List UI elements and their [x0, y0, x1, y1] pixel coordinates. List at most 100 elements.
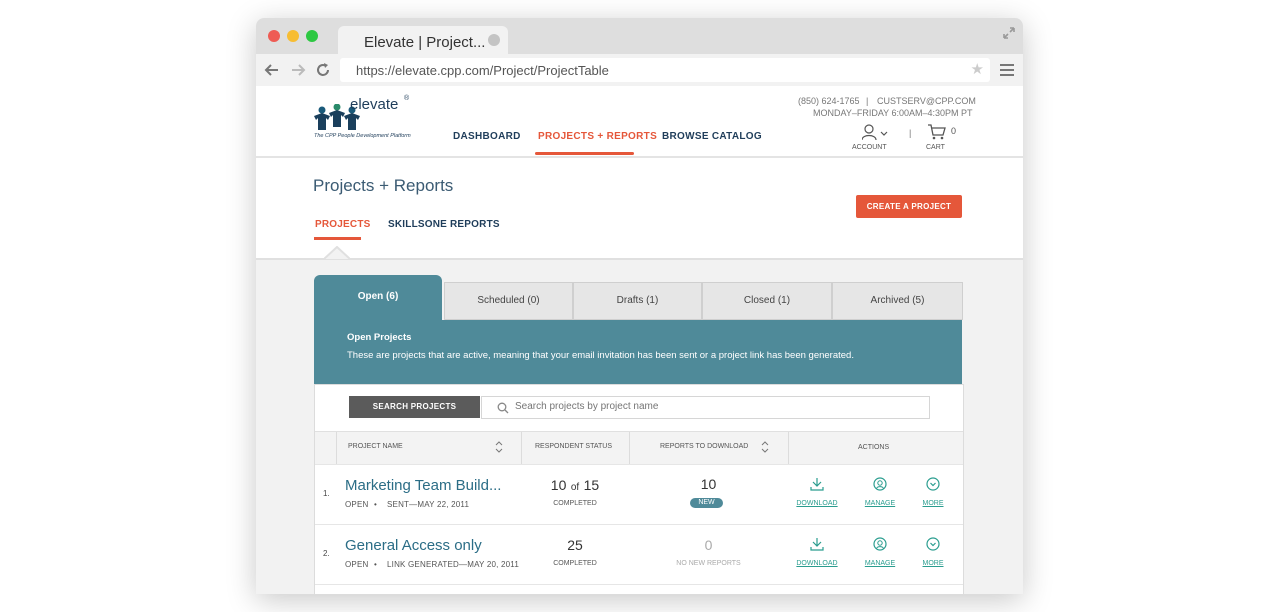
header-divider-4 [788, 432, 789, 464]
close-window-button[interactable] [268, 30, 280, 42]
tab-pointer-icon [324, 246, 350, 260]
status-tab-drafts[interactable]: Drafts (1) [573, 282, 702, 320]
status-tab-archived[interactable]: Archived (5) [832, 282, 963, 320]
row-index: 1. [323, 489, 330, 498]
col-header-reports[interactable]: REPORTS TO DOWNLOAD [660, 443, 748, 450]
header-divider-1 [336, 432, 337, 464]
col-header-project-name[interactable]: PROJECT NAME [348, 443, 403, 450]
bullet-separator: • [374, 500, 378, 509]
brand-logo[interactable]: elevate ® The CPP People Development Pla… [313, 94, 433, 144]
sort-project-name-icon[interactable] [495, 441, 503, 453]
new-badge: NEW [690, 498, 723, 508]
search-field[interactable] [481, 396, 930, 419]
header-phone[interactable]: (850) 624-1765 [798, 96, 860, 106]
account-menu[interactable]: ACCOUNT [852, 124, 892, 154]
table-row[interactable]: 2. General Access only OPEN • LINK GENER… [315, 524, 963, 583]
respondent-total: 15 [583, 477, 600, 493]
reports-count: 0 [704, 537, 713, 553]
reports-count: 10 [700, 476, 717, 492]
row-index: 2. [323, 549, 330, 558]
nav-projects-reports[interactable]: PROJECTS + REPORTS [538, 131, 657, 142]
download-link[interactable]: DOWNLOAD [794, 560, 840, 567]
brand-name: elevate [350, 96, 399, 113]
header-email[interactable]: CUSTSERV@CPP.COM [877, 96, 976, 106]
project-name-link[interactable]: Marketing Team Build... [345, 477, 501, 494]
more-link[interactable]: MORE [913, 560, 953, 567]
header-divider-3 [629, 432, 630, 464]
active-nav-underline [535, 152, 634, 155]
reload-icon[interactable] [315, 62, 331, 78]
col-header-actions: ACTIONS [858, 444, 890, 451]
page-content: elevate ® The CPP People Development Pla… [256, 86, 1023, 594]
status-tab-closed[interactable]: Closed (1) [702, 282, 832, 320]
panel-description: These are projects that are active, mean… [347, 350, 854, 361]
more-icon[interactable] [926, 477, 940, 491]
browser-tab[interactable]: Elevate | Project... [338, 26, 508, 54]
download-icon[interactable] [810, 477, 824, 491]
table-row-partial [315, 584, 963, 594]
col-header-respondent-status: RESPONDENT STATUS [535, 443, 613, 450]
maximize-window-button[interactable] [306, 30, 318, 42]
manage-icon[interactable] [873, 477, 887, 491]
site-header: elevate ® The CPP People Development Pla… [256, 86, 1023, 158]
nav-browse-catalog[interactable]: BROWSE CATALOG [662, 131, 762, 142]
respondent-of: of [570, 482, 580, 493]
project-detail: SENT—MAY 22, 2011 [387, 500, 470, 509]
search-input[interactable] [515, 399, 895, 414]
respondent-count: 10 [550, 477, 567, 493]
tab-close-icon[interactable] [488, 34, 500, 46]
more-link[interactable]: MORE [913, 500, 953, 507]
sort-reports-icon[interactable] [761, 441, 769, 453]
manage-icon[interactable] [873, 537, 887, 551]
browser-tab-title: Elevate | Project... [364, 34, 486, 51]
forward-arrow-icon[interactable] [290, 62, 306, 78]
download-link[interactable]: DOWNLOAD [794, 500, 840, 507]
browser-menu-icon[interactable] [1000, 64, 1014, 76]
table-row[interactable]: 1. Marketing Team Build... OPEN • SENT—M… [315, 464, 963, 523]
page-title: Projects + Reports [313, 176, 454, 195]
projects-table-card: SEARCH PROJECTS PROJECT NAME RESPONDENT … [314, 384, 964, 594]
respondent-count: 25 [567, 537, 583, 553]
header-divider-2 [521, 432, 522, 464]
browser-window: Elevate | Project... https://elevate.cpp… [256, 18, 1023, 594]
respondent-status: 10 of 15 [521, 477, 629, 495]
project-name-link[interactable]: General Access only [345, 537, 482, 554]
manage-link[interactable]: MANAGE [858, 560, 902, 567]
cart-button[interactable]: 0 CART [924, 124, 964, 154]
url-text: https://elevate.cpp.com/Project/ProjectT… [356, 63, 609, 78]
tab-projects[interactable]: PROJECTS [315, 219, 371, 230]
cart-icon [928, 124, 946, 140]
bullet-separator: • [374, 560, 378, 569]
create-project-button[interactable]: CREATE A PROJECT [856, 195, 962, 218]
download-icon[interactable] [810, 537, 824, 551]
account-label: ACCOUNT [852, 144, 887, 151]
header-divider: | [909, 128, 912, 138]
panel-heading: Open Projects [347, 332, 412, 343]
bookmark-star-icon[interactable]: ★ [971, 62, 984, 78]
project-status: OPEN [345, 500, 369, 509]
no-new-reports-note: NO NEW REPORTS [676, 560, 741, 567]
more-icon[interactable] [926, 537, 940, 551]
project-detail: LINK GENERATED—MAY 20, 2011 [387, 560, 519, 569]
tab-skillsone-reports[interactable]: SKILLSONE REPORTS [388, 219, 500, 230]
address-bar[interactable]: https://elevate.cpp.com/Project/ProjectT… [340, 58, 990, 82]
status-tab-scheduled[interactable]: Scheduled (0) [444, 282, 573, 320]
project-status: OPEN [345, 560, 369, 569]
open-projects-panel: Open Projects These are projects that ar… [314, 320, 962, 384]
manage-link[interactable]: MANAGE [858, 500, 902, 507]
nav-dashboard[interactable]: DASHBOARD [453, 131, 521, 142]
cart-count: 0 [951, 126, 957, 136]
fullscreen-icon[interactable] [1002, 26, 1016, 40]
respondent-label: COMPLETED [553, 560, 597, 567]
respondent-label: COMPLETED [553, 500, 597, 507]
table-header: PROJECT NAME RESPONDENT STATUS REPORTS T… [315, 431, 963, 465]
back-arrow-icon[interactable] [264, 62, 280, 78]
minimize-window-button[interactable] [287, 30, 299, 42]
brand-registered-mark: ® [404, 95, 410, 102]
header-hours: MONDAY–FRIDAY 6:00AM–4:30PM PT [813, 108, 973, 118]
cart-label: CART [926, 144, 945, 151]
search-projects-button[interactable]: SEARCH PROJECTS [349, 396, 480, 418]
status-tab-open[interactable]: Open (6) [314, 275, 442, 320]
user-icon [862, 124, 888, 140]
active-tab-underline [314, 237, 361, 240]
